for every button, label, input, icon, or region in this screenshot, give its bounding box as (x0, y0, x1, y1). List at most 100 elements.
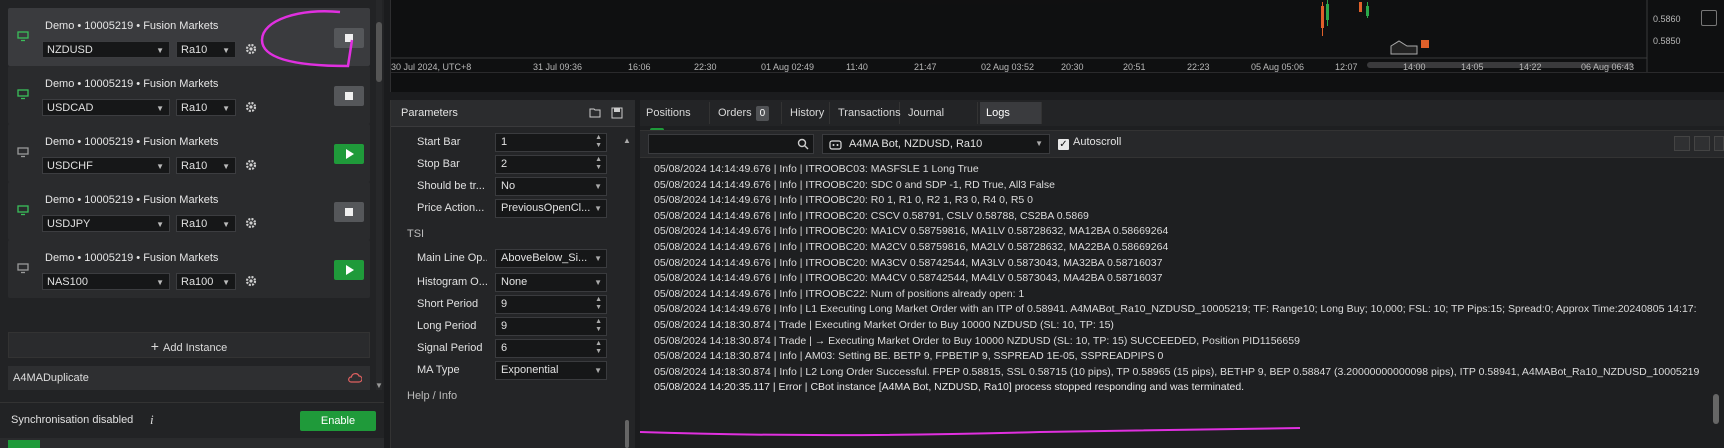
log-line[interactable]: 05/08/2024 14:14:49.676 | Info | ITROOBC… (654, 224, 1168, 239)
scroll-down-arrow[interactable]: ▼ (375, 381, 383, 390)
bottom-tabs: Positions2Orders0HistoryTransactionsJour… (640, 100, 1724, 143)
symbol-dropdown[interactable]: NAS100 ▼ (42, 273, 170, 290)
gear-icon[interactable] (244, 274, 258, 288)
range-dropdown[interactable]: Ra100 ▼ (176, 273, 236, 290)
instance-card[interactable]: Demo • 10005219 • Fusion Markets USDCHF ▼ R… (8, 124, 370, 182)
parameter-spin-input[interactable]: 9 ▲ ▼ (495, 317, 607, 336)
log-line[interactable]: 05/08/2024 14:20:35.117 | Error | CBot i… (654, 380, 1244, 395)
x-tick: 20:30 (1061, 62, 1084, 72)
spinner-arrows-icon[interactable]: ▲ ▼ (595, 134, 602, 150)
symbol-dropdown[interactable]: NZDUSD ▼ (42, 41, 170, 58)
logs-scrollbar[interactable] (1710, 158, 1724, 448)
tab-history[interactable]: History (784, 102, 830, 124)
scroll-thumb[interactable] (1713, 394, 1719, 424)
stop-icon (345, 208, 353, 216)
log-line[interactable]: 05/08/2024 14:14:49.676 | Info | ITROOBC… (654, 209, 1089, 224)
log-line[interactable]: 05/08/2024 14:18:30.874 | Trade | Execut… (654, 318, 1114, 333)
chevron-down-icon: ▼ (594, 182, 602, 191)
open-folder-icon[interactable] (1674, 136, 1690, 151)
duplicate-instance-row[interactable]: A4MADuplicate (8, 366, 370, 390)
gear-icon[interactable] (244, 100, 258, 114)
parameter-dropdown[interactable]: AboveBelow_Si... ▼ (495, 249, 607, 268)
log-line[interactable]: 05/08/2024 14:14:49.676 | Info | ITROOBC… (654, 287, 1024, 302)
parameter-spin-input[interactable]: 1 ▲ ▼ (495, 133, 607, 152)
spinner-arrows-icon[interactable]: ▲ ▼ (595, 340, 602, 356)
notification-bell-icon[interactable] (1701, 10, 1717, 26)
log-line[interactable]: 05/08/2024 14:14:49.676 | Info | L1 Exec… (654, 302, 1697, 317)
play-button[interactable] (334, 144, 364, 164)
log-line[interactable]: 05/08/2024 14:18:30.874 | Info | L2 Long… (654, 365, 1699, 380)
gear-icon[interactable] (244, 216, 258, 230)
range-dropdown[interactable]: Ra10 ▼ (176, 157, 236, 174)
info-icon[interactable]: i (150, 412, 154, 428)
parameter-dropdown[interactable]: No ▼ (495, 177, 607, 196)
parameter-dropdown[interactable]: Exponential ▼ (495, 361, 607, 380)
range-dropdown[interactable]: Ra10 ▼ (176, 41, 236, 58)
section-help-info[interactable]: Help / Info (407, 390, 457, 402)
delete-icon[interactable] (1714, 136, 1724, 151)
log-line[interactable]: 05/08/2024 14:14:49.676 | Info | ITROOBC… (654, 162, 979, 177)
log-line[interactable]: 05/08/2024 14:18:30.874 | Info | AM03: S… (654, 349, 1163, 364)
parameter-spin-input[interactable]: 6 ▲ ▼ (495, 339, 607, 358)
bot-selector[interactable]: A4MA Bot, NZDUSD, Ra10 ▼ (822, 134, 1050, 154)
spinner-arrows-icon[interactable]: ▲ ▼ (595, 156, 602, 172)
symbol-dropdown[interactable]: USDJPY ▼ (42, 215, 170, 232)
tab-transactions[interactable]: Transactions (832, 102, 901, 124)
instance-card[interactable]: Demo • 10005219 • Fusion Markets USDJPY ▼ R… (8, 182, 370, 240)
log-line[interactable]: 05/08/2024 14:14:49.676 | Info | ITROOBC… (654, 178, 1055, 193)
spinner-arrows-icon[interactable]: ▲ ▼ (595, 296, 602, 312)
parameters-scrollbar[interactable]: ▲ (623, 130, 631, 448)
instance-card[interactable]: Demo • 10005219 • Fusion Markets NZDUSD ▼ R… (8, 8, 370, 66)
chevron-down-icon: ▼ (156, 162, 164, 171)
play-button[interactable] (334, 260, 364, 280)
parameter-spin-input[interactable]: 2 ▲ ▼ (495, 155, 607, 174)
symbol-dropdown[interactable]: USDCHF ▼ (42, 157, 170, 174)
instances-scrollbar[interactable]: ▼ (375, 0, 383, 390)
range-dropdown[interactable]: Ra10 ▼ (176, 99, 236, 116)
range-dropdown[interactable]: Ra10 ▼ (176, 215, 236, 232)
scroll-thumb[interactable] (376, 22, 382, 82)
symbol-dropdown[interactable]: USDCAD ▼ (42, 99, 170, 116)
chart-canvas (391, 0, 1724, 73)
log-line[interactable]: 05/08/2024 14:14:49.676 | Info | ITROOBC… (654, 271, 1162, 286)
checkmark-icon: ✓ (1058, 139, 1069, 150)
log-search-input[interactable] (648, 134, 814, 154)
cloud-icon[interactable] (348, 372, 362, 384)
tab-logs[interactable]: Logs (980, 102, 1042, 124)
stop-button[interactable] (334, 202, 364, 222)
gear-icon[interactable] (244, 42, 258, 56)
parameter-label: Signal Period (417, 342, 483, 354)
parameter-spin-input[interactable]: 9 ▲ ▼ (495, 295, 607, 314)
stop-button[interactable] (334, 28, 364, 48)
instance-card[interactable]: Demo • 10005219 • Fusion Markets NAS100 ▼ R… (8, 240, 370, 298)
log-line[interactable]: 05/08/2024 14:14:49.676 | Info | ITROOBC… (654, 193, 1033, 208)
parameters-panel: Parameters Start Bar 1 ▲ ▼ Stop Bar 2 ▲ ▼ Should… (390, 100, 635, 448)
refresh-icon[interactable] (1694, 136, 1710, 151)
monitor-icon (17, 263, 29, 274)
stop-button[interactable] (334, 86, 364, 106)
scroll-up-arrow[interactable]: ▲ (623, 136, 631, 145)
progress-fill (8, 440, 40, 448)
gear-icon[interactable] (244, 158, 258, 172)
folder-open-icon[interactable] (589, 107, 601, 118)
autoscroll-checkbox[interactable]: ✓ Autoscroll (1058, 136, 1121, 150)
scroll-thumb[interactable] (625, 420, 629, 448)
tab-orders[interactable]: Orders 0 (712, 102, 782, 124)
parameter-dropdown[interactable]: PreviousOpenCl... ▼ (495, 199, 607, 218)
parameter-label: Stop Bar (417, 158, 460, 170)
save-icon[interactable] (611, 107, 623, 119)
chart-area[interactable]: 30 Jul 2024, UTC+8 31 Jul 09:36 16:06 22:30… (390, 0, 1724, 92)
tab-journal[interactable]: Journal (902, 102, 978, 124)
tab-positions[interactable]: Positions2 (640, 102, 710, 143)
log-line[interactable]: 05/08/2024 14:18:30.874 | Trade | → Exec… (654, 334, 1300, 349)
spinner-arrows-icon[interactable]: ▲ ▼ (595, 318, 602, 334)
enable-sync-button[interactable]: Enable (300, 411, 376, 431)
log-list[interactable]: 05/08/2024 14:14:49.676 | Info | ITROOBC… (640, 158, 1710, 438)
add-instance-button[interactable]: + Add Instance (8, 332, 370, 358)
log-line[interactable]: 05/08/2024 14:14:49.676 | Info | ITROOBC… (654, 240, 1168, 255)
chart-cursor-marker[interactable] (1390, 40, 1418, 55)
log-line[interactable]: 05/08/2024 14:14:49.676 | Info | ITROOBC… (654, 256, 1162, 271)
robot-icon (829, 140, 842, 150)
instance-card[interactable]: Demo • 10005219 • Fusion Markets USDCAD ▼ R… (8, 66, 370, 124)
parameter-dropdown[interactable]: None ▼ (495, 273, 607, 292)
